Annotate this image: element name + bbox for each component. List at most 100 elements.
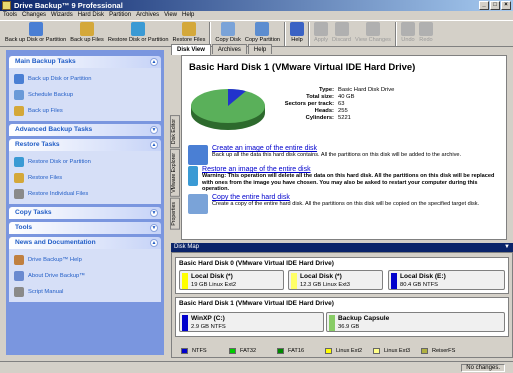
side-tab-vmware-explorer[interactable]: VMware Explorer bbox=[170, 149, 180, 197]
action-restore-image[interactable]: Restore an image of the entire disk Warn… bbox=[188, 166, 502, 193]
toolbar-button-label: Help bbox=[291, 37, 303, 43]
task-restore-disk-or-partition[interactable]: Restore Disk or Partition bbox=[14, 154, 161, 170]
section-header-advanced-backup-tasks[interactable]: Advanced Backup Tasks ▼ bbox=[9, 124, 161, 136]
about-icon bbox=[14, 271, 24, 281]
partition-name: Backup Capsule bbox=[338, 315, 390, 322]
task-restore-individual-files[interactable]: Restore Individual Files bbox=[14, 186, 161, 202]
copy-disk-button[interactable]: Copy Disk bbox=[213, 21, 243, 44]
discard-button[interactable]: Discard bbox=[330, 21, 353, 44]
prop-heads: Heads: 255 bbox=[314, 108, 348, 114]
section-header-main-backup-tasks[interactable]: Main Backup Tasks ▲ bbox=[9, 56, 161, 68]
section-header-tools[interactable]: Tools ▼ bbox=[9, 222, 161, 234]
task-about-drive-backup[interactable]: About Drive Backup™ bbox=[14, 268, 161, 284]
task-drive-backup-help[interactable]: Drive Backup™ Help bbox=[14, 252, 161, 268]
section-title: Advanced Backup Tasks bbox=[15, 126, 93, 133]
legend-item-ntfs: NTFS bbox=[181, 348, 229, 354]
section-header-copy-tasks[interactable]: Copy Tasks ▼ bbox=[9, 207, 161, 219]
side-tab-properties[interactable]: Properties bbox=[170, 197, 180, 230]
partition-local-disk-e[interactable]: Local Disk (E:) 80.4 GB NTFS bbox=[388, 270, 505, 290]
menu-hard-disk[interactable]: Hard Disk bbox=[78, 11, 104, 20]
side-tab-disk-editor[interactable]: Disk Editor bbox=[170, 115, 180, 149]
disk-map-disk-0[interactable]: Basic Hard Disk 0 (VMware Virtual IDE Ha… bbox=[175, 257, 509, 294]
disk-properties: Type: Basic Hard Disk Drive Total size: 40… bbox=[284, 87, 395, 122]
tab-help[interactable]: Help bbox=[247, 44, 273, 54]
tab-disk-view[interactable]: Disk View bbox=[171, 44, 211, 55]
partition-local-disk[interactable]: Local Disk (*) 12.3 GB Linux Ext3 bbox=[288, 270, 383, 290]
legend-label: NTFS bbox=[192, 348, 207, 354]
action-copy-disk[interactable]: Copy the entire hard disk Create a copy … bbox=[188, 194, 502, 214]
chevron-up-icon[interactable]: ▲ bbox=[150, 239, 158, 247]
menu-view[interactable]: View bbox=[164, 11, 177, 20]
task-label: Script Manual bbox=[28, 289, 64, 295]
menu-partition[interactable]: Partition bbox=[109, 11, 131, 20]
section-title: Tools bbox=[15, 224, 33, 231]
task-label: Schedule Backup bbox=[28, 92, 74, 98]
partition-winxp-c[interactable]: WinXP (C:) 2.9 GB NTFS bbox=[179, 312, 324, 332]
legend-swatch bbox=[229, 348, 236, 354]
partition-info: 12.3 GB Linux Ext3 bbox=[300, 282, 350, 288]
filesystem-legend: NTFS FAT32 FAT16 Linux Ext2 Linux Ext3 Reiser… bbox=[181, 346, 507, 356]
chevron-down-icon[interactable]: ▼ bbox=[504, 243, 510, 252]
undo-button[interactable]: Undo bbox=[399, 21, 417, 44]
menu-wizards[interactable]: Wizards bbox=[51, 11, 73, 20]
legend-swatch bbox=[277, 348, 284, 354]
disk-map-title: Disk Map bbox=[174, 244, 200, 250]
section-title: Restore Tasks bbox=[15, 141, 60, 148]
apply-button[interactable]: Apply bbox=[312, 21, 330, 44]
menu-archives[interactable]: Archives bbox=[136, 11, 159, 20]
task-label: Restore Files bbox=[28, 175, 63, 181]
menu-help[interactable]: Help bbox=[182, 11, 194, 20]
partition-name: Local Disk (*) bbox=[300, 273, 342, 280]
back-up-disk-or-partition-button[interactable]: Back up Disk or Partition bbox=[3, 21, 68, 44]
chevron-down-icon[interactable]: ▼ bbox=[150, 224, 158, 232]
restore-disk-or-partition-button[interactable]: Restore Disk or Partition bbox=[106, 21, 171, 44]
restore-files-button[interactable]: Restore Files bbox=[170, 21, 207, 44]
action-create-image[interactable]: Create an image of the entire disk Back … bbox=[188, 145, 502, 165]
maximize-button[interactable]: □ bbox=[490, 1, 500, 10]
task-back-up-disk-or-partition[interactable]: Back up Disk or Partition bbox=[14, 71, 161, 87]
chevron-down-icon[interactable]: ▼ bbox=[150, 209, 158, 217]
menu-bar: Tools Changes Wizards Hard Disk Partitio… bbox=[0, 11, 513, 20]
disk-map-disk-1[interactable]: Basic Hard Disk 1 (VMware Virtual IDE Ha… bbox=[175, 297, 509, 337]
help-button[interactable]: Help bbox=[288, 21, 306, 44]
disk-map-header: Disk Map ▼ bbox=[171, 243, 513, 252]
section-header-restore-tasks[interactable]: Restore Tasks ▲ bbox=[9, 139, 161, 151]
legend-item-linux-ext2: Linux Ext2 bbox=[325, 348, 373, 354]
chevron-up-icon[interactable]: ▲ bbox=[150, 58, 158, 66]
copy-partition-button[interactable]: Copy Partition bbox=[243, 21, 282, 44]
tab-archives[interactable]: Archives bbox=[211, 44, 247, 54]
close-button[interactable]: × bbox=[501, 1, 511, 10]
toolbar-button-label: Copy Disk bbox=[215, 37, 241, 43]
section-header-news-and-documentation[interactable]: News and Documentation ▲ bbox=[9, 237, 161, 249]
toolbar-separator bbox=[209, 22, 212, 46]
script-icon bbox=[14, 287, 24, 297]
partition-backup-capsule[interactable]: Backup Capsule 36.9 GB bbox=[326, 312, 505, 332]
minimize-button[interactable]: _ bbox=[479, 1, 489, 10]
chevron-up-icon[interactable]: ▲ bbox=[150, 141, 158, 149]
discard-icon bbox=[334, 22, 349, 36]
chevron-down-icon[interactable]: ▼ bbox=[150, 126, 158, 134]
partition-type-bar bbox=[182, 273, 188, 289]
side-tabs: Disk Editor VMware Explorer Properties bbox=[170, 115, 180, 231]
redo-button[interactable]: Redo bbox=[417, 21, 435, 44]
legend-swatch bbox=[181, 348, 188, 354]
section-body: Drive Backup™ Help About Drive Backup™ Scr… bbox=[9, 249, 161, 302]
toolbar-button-label: Redo bbox=[419, 37, 433, 43]
back-up-files-button[interactable]: Back up Files bbox=[68, 21, 106, 44]
partition-name: Local Disk (E:) bbox=[400, 273, 446, 280]
task-schedule-backup[interactable]: Schedule Backup bbox=[14, 87, 161, 103]
restore-individual-icon bbox=[14, 189, 24, 199]
menu-changes[interactable]: Changes bbox=[22, 11, 46, 20]
partition-name: WinXP (C:) bbox=[191, 315, 225, 322]
partition-local-disk[interactable]: Local Disk (*) 19 GB Linux Ext2 bbox=[179, 270, 284, 290]
menu-tools[interactable]: Tools bbox=[3, 11, 17, 20]
copy-disk-icon bbox=[221, 22, 236, 36]
task-label: Restore Disk or Partition bbox=[28, 159, 91, 165]
task-back-up-files[interactable]: Back up Files bbox=[14, 103, 161, 119]
app-icon bbox=[2, 1, 11, 10]
task-script-manual[interactable]: Script Manual bbox=[14, 284, 161, 300]
toolbar-button-label: Restore Disk or Partition bbox=[107, 37, 169, 43]
view-changes-button[interactable]: View Changes bbox=[353, 21, 393, 44]
task-restore-files[interactable]: Restore Files bbox=[14, 170, 161, 186]
legend-item-fat16: FAT16 bbox=[277, 348, 325, 354]
